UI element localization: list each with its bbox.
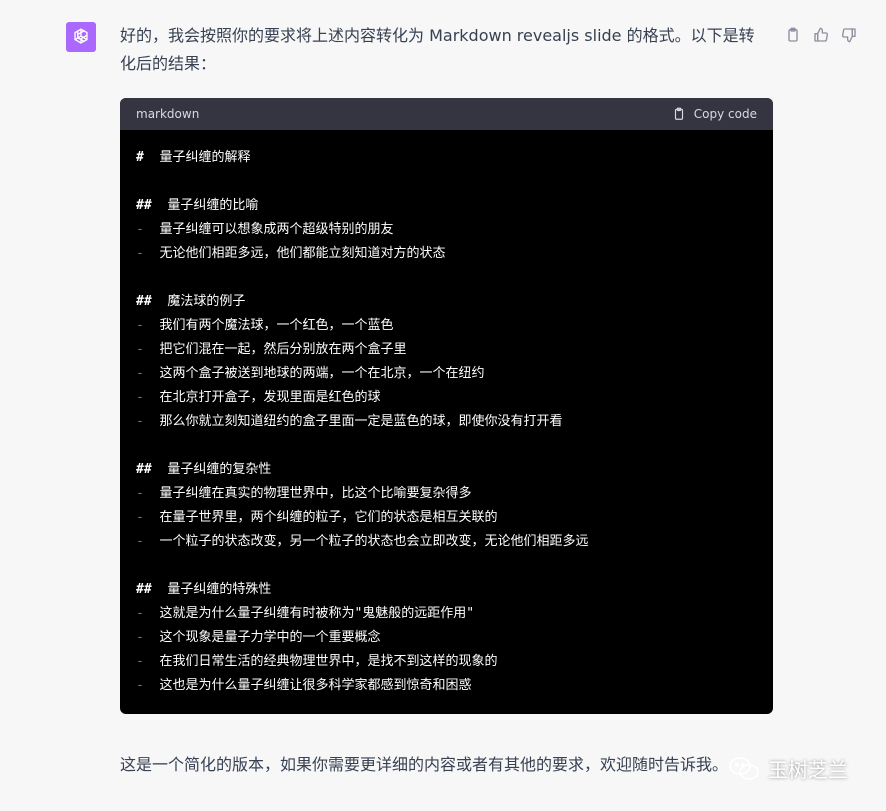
code-line-text: 量子纠缠的复杂性 bbox=[167, 462, 272, 477]
code-line: - 量子纠缠可以想象成两个超级特别的朋友 bbox=[136, 218, 756, 242]
code-line-marker: - bbox=[136, 606, 144, 621]
code-line-marker: - bbox=[136, 246, 144, 261]
code-line: ## 量子纠缠的特殊性 bbox=[136, 578, 756, 602]
code-line-text: 魔法球的例子 bbox=[167, 294, 246, 309]
wechat-icon bbox=[729, 756, 759, 780]
watermark-text: 玉树芝兰 bbox=[768, 758, 848, 782]
message-actions bbox=[784, 24, 862, 46]
code-line: - 把它们混在一起，然后分别放在两个盒子里 bbox=[136, 338, 756, 362]
code-line-text: 我们有两个魔法球，一个红色，一个蓝色 bbox=[159, 318, 394, 333]
copy-code-button[interactable]: Copy code bbox=[672, 107, 757, 121]
code-line-marker: - bbox=[136, 678, 144, 693]
code-line-text: 这个现象是量子力学中的一个重要概念 bbox=[159, 630, 381, 645]
code-line: ## 魔法球的例子 bbox=[136, 290, 756, 314]
code-line: - 这两个盒子被送到地球的两端，一个在北京，一个在纽约 bbox=[136, 362, 756, 386]
code-line-marker: # bbox=[136, 150, 144, 165]
code-line: - 这就是为什么量子纠缠有时被称为"鬼魅般的远距作用" bbox=[136, 602, 756, 626]
code-line: - 在我们日常生活的经典物理世界中，是找不到这样的现象的 bbox=[136, 650, 756, 674]
code-line-text: 量子纠缠的解释 bbox=[159, 150, 251, 165]
code-line-text: 量子纠缠的特殊性 bbox=[167, 582, 272, 597]
code-line: - 在北京打开盒子，发现里面是红色的球 bbox=[136, 386, 756, 410]
code-line: ## 量子纠缠的复杂性 bbox=[136, 458, 756, 482]
assistant-avatar bbox=[66, 22, 96, 52]
code-line-text: 在我们日常生活的经典物理世界中，是找不到这样的现象的 bbox=[159, 654, 498, 669]
code-line-text: 在量子世界里，两个纠缠的粒子，它们的状态是相互关联的 bbox=[159, 510, 498, 525]
code-line: - 那么你就立刻知道纽约的盒子里面一定是蓝色的球，即使你没有打开看 bbox=[136, 410, 756, 434]
thumbs-down-button[interactable] bbox=[840, 26, 858, 44]
code-line: - 无论他们相距多远，他们都能立刻知道对方的状态 bbox=[136, 242, 756, 266]
code-line: - 量子纠缠在真实的物理世界中，比这个比喻要复杂得多 bbox=[136, 482, 756, 506]
code-line-text: 量子纠缠在真实的物理世界中，比这个比喻要复杂得多 bbox=[159, 486, 472, 501]
code-line-marker: - bbox=[136, 486, 144, 501]
copy-code-label: Copy code bbox=[693, 107, 757, 121]
code-line-marker: - bbox=[136, 222, 144, 237]
code-line: - 在量子世界里，两个纠缠的粒子，它们的状态是相互关联的 bbox=[136, 506, 756, 530]
code-line-marker: ## bbox=[136, 294, 152, 309]
assistant-message-outro: 这是一个简化的版本，如果你需要更详细的内容或者有其他的要求，欢迎随时告诉我。 bbox=[120, 755, 729, 774]
openai-logo-icon bbox=[74, 28, 88, 44]
code-line-marker: ## bbox=[136, 198, 152, 213]
assistant-message-intro: 好的，我会按照你的要求将上述内容转化为 Markdown revealjs sl… bbox=[120, 26, 755, 73]
code-line-marker: - bbox=[136, 414, 144, 429]
code-line-marker: ## bbox=[136, 582, 152, 597]
code-line-marker: - bbox=[136, 630, 144, 645]
code-line: - 这个现象是量子力学中的一个重要概念 bbox=[136, 626, 756, 650]
code-line: ## 量子纠缠的比喻 bbox=[136, 194, 756, 218]
code-line-marker: - bbox=[136, 366, 144, 381]
code-line-text: 这就是为什么量子纠缠有时被称为"鬼魅般的远距作用" bbox=[159, 606, 475, 621]
code-line-text: 量子纠缠的比喻 bbox=[167, 198, 259, 213]
code-block: markdown Copy code # 量子纠缠的解释 ## 量子纠缠的比喻 - … bbox=[120, 98, 773, 714]
code-line-marker: - bbox=[136, 390, 144, 405]
code-line: - 我们有两个魔法球，一个红色，一个蓝色 bbox=[136, 314, 756, 338]
code-content: # 量子纠缠的解释 ## 量子纠缠的比喻 - 量子纠缠可以想象成两个超级特别的朋友 -… bbox=[136, 146, 756, 698]
thumbs-up-icon bbox=[814, 27, 828, 42]
code-line-text: 在北京打开盒子，发现里面是红色的球 bbox=[159, 390, 381, 405]
code-block-header: markdown Copy code bbox=[120, 98, 773, 130]
code-line-marker: - bbox=[136, 534, 144, 549]
code-line-text: 量子纠缠可以想象成两个超级特别的朋友 bbox=[159, 222, 394, 237]
code-line-text: 这也是为什么量子纠缠让很多科学家都感到惊奇和困惑 bbox=[159, 678, 472, 693]
clipboard-icon bbox=[674, 107, 683, 120]
code-line-marker: - bbox=[136, 318, 144, 333]
code-line: - 一个粒子的状态改变，另一个粒子的状态也会立即改变，无论他们相距多远 bbox=[136, 530, 756, 554]
thumbs-up-button[interactable] bbox=[812, 26, 830, 44]
thumbs-down-icon bbox=[842, 28, 856, 43]
code-line-marker: - bbox=[136, 342, 144, 357]
code-line-text: 这两个盒子被送到地球的两端，一个在北京，一个在纽约 bbox=[159, 366, 485, 381]
code-line: # 量子纠缠的解释 bbox=[136, 146, 756, 170]
code-line-text: 那么你就立刻知道纽约的盒子里面一定是蓝色的球，即使你没有打开看 bbox=[159, 414, 563, 429]
code-line-marker: - bbox=[136, 654, 144, 669]
code-line-marker: - bbox=[136, 510, 144, 525]
code-language-label: markdown bbox=[136, 107, 200, 121]
copy-message-button[interactable] bbox=[784, 26, 802, 44]
code-line: - 这也是为什么量子纠缠让很多科学家都感到惊奇和困惑 bbox=[136, 674, 756, 698]
code-line-text: 把它们混在一起，然后分别放在两个盒子里 bbox=[159, 342, 407, 357]
code-line-marker: ## bbox=[136, 462, 152, 477]
code-line-text: 一个粒子的状态改变，另一个粒子的状态也会立即改变，无论他们相距多远 bbox=[159, 534, 589, 549]
clipboard-icon bbox=[788, 27, 798, 42]
code-line-text: 无论他们相距多远，他们都能立刻知道对方的状态 bbox=[159, 246, 446, 261]
watermark: 玉树芝兰 bbox=[728, 754, 848, 783]
